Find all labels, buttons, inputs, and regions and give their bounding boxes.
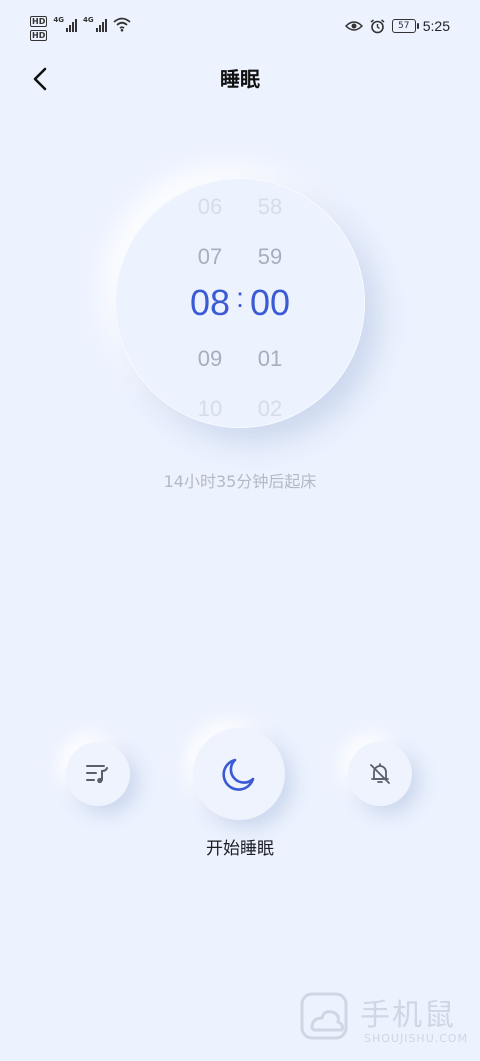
- hour-option[interactable]: 06: [180, 194, 240, 220]
- alarm-off-button[interactable]: [348, 742, 412, 806]
- start-sleep-button[interactable]: [193, 728, 285, 820]
- status-bar: HD HD 4G 4G 57 5:25: [0, 0, 480, 58]
- time-picker-dial[interactable]: 06 07 08 09 10 : 58 59 00 01 02: [115, 178, 365, 428]
- start-sleep-label: 开始睡眠: [206, 839, 274, 859]
- hour-option[interactable]: 10: [180, 396, 240, 422]
- music-list-icon: [86, 765, 108, 784]
- minute-option[interactable]: 02: [240, 396, 300, 422]
- minute-option[interactable]: 01: [240, 346, 300, 372]
- hour-option[interactable]: 07: [180, 244, 240, 270]
- sleep-music-button[interactable]: [66, 742, 130, 806]
- wifi-icon: [113, 17, 131, 32]
- eye-icon: [344, 21, 363, 31]
- hd-badge: HD: [30, 16, 48, 27]
- watermark-url: SHOUJISHU.COM: [364, 1032, 469, 1045]
- alarm-icon: [370, 18, 385, 33]
- watermark: 手机鼠 SHOUJISHU.COM: [298, 990, 468, 1052]
- page-title: 睡眠: [220, 67, 260, 91]
- selected-hour[interactable]: 08: [180, 282, 240, 324]
- signal-1-icon: 4G: [53, 16, 77, 32]
- watermark-logo-icon: [300, 992, 348, 1040]
- status-left: HD HD 4G 4G: [30, 16, 131, 41]
- status-right: 57 5:25: [344, 18, 450, 34]
- moon-icon: [222, 758, 255, 791]
- wake-up-hint: 14小时35分钟后起床: [163, 472, 317, 491]
- network-type: 4G: [82, 16, 94, 24]
- watermark-text: 手机鼠: [360, 998, 456, 1033]
- hour-option[interactable]: 09: [180, 346, 240, 372]
- battery-icon: 57: [391, 19, 419, 33]
- hd-badge: HD: [30, 30, 48, 41]
- bell-off-icon: [370, 763, 390, 784]
- minute-option[interactable]: 58: [240, 194, 300, 220]
- selected-minute[interactable]: 00: [240, 282, 300, 324]
- back-button[interactable]: [26, 64, 56, 94]
- chevron-left-icon: [33, 67, 47, 91]
- network-type: 4G: [53, 16, 64, 24]
- signal-2-icon: 4G: [83, 16, 107, 32]
- minute-option[interactable]: 59: [240, 244, 300, 270]
- hd-indicators: HD HD: [30, 16, 48, 41]
- clock-time: 5:25: [422, 18, 450, 34]
